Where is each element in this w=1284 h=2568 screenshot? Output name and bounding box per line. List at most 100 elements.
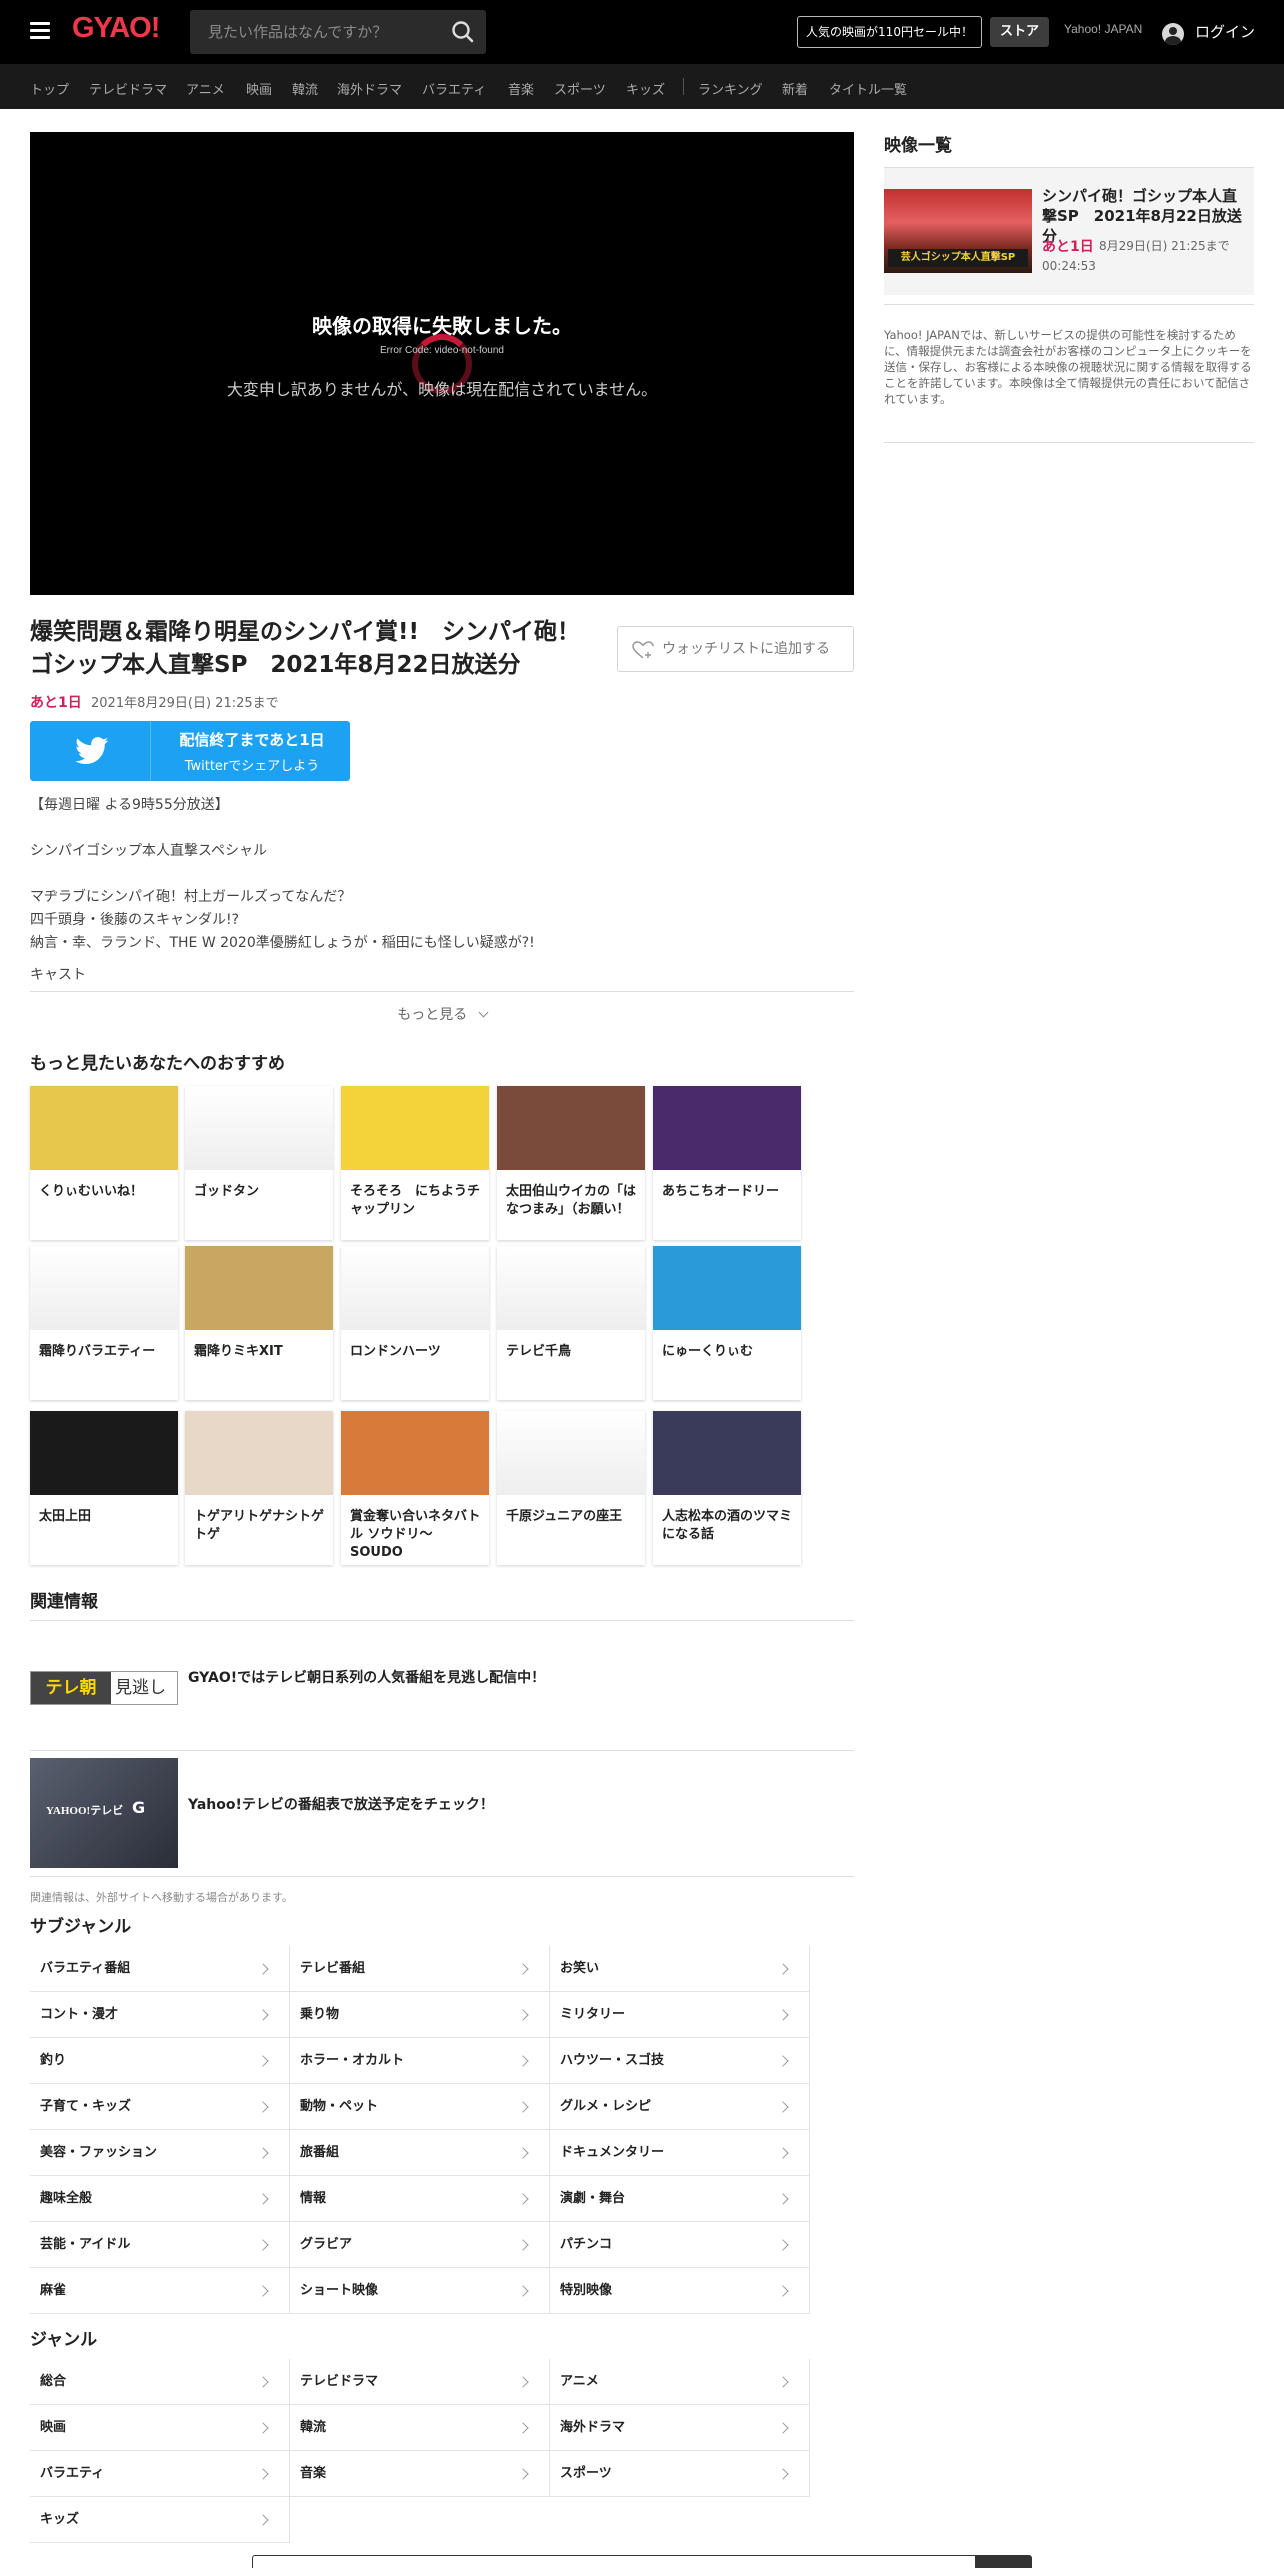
footer-search-box[interactable] — [252, 2555, 1032, 2568]
global-nav: トップ テレビドラマ アニメ 映画 韓流 海外ドラマ バラエティ 音楽 スポーツ… — [0, 64, 1284, 109]
twitter-share-button[interactable]: 配信終了まであと1日 Twitterでシェアしよう — [30, 721, 350, 781]
subgenre-item[interactable]: 芸能・アイドル — [30, 2222, 290, 2268]
nav-new[interactable]: 新着 — [782, 79, 808, 98]
subgenre-item[interactable]: 麻雀 — [30, 2268, 290, 2314]
nav-ranking[interactable]: ランキング — [698, 79, 763, 98]
subgenre-item[interactable]: 子育て・キッズ — [30, 2084, 290, 2130]
recommend-title: 賞金奪い合いネタバトル ソウドリ～SOUDO — [350, 1509, 481, 1560]
twitter-share-line1: 配信終了まであと1日 — [179, 731, 325, 749]
description-line: シンパイゴシップ本人直撃スペシャル — [30, 843, 268, 859]
nav-sports[interactable]: スポーツ — [554, 79, 606, 98]
recommend-card[interactable]: 霜降りミキXIT — [185, 1246, 333, 1400]
recommend-card[interactable]: テレビ千鳥 — [497, 1246, 645, 1400]
recommend-card[interactable]: あちこちオードリー — [653, 1086, 801, 1240]
store-button[interactable]: ストア — [990, 17, 1049, 47]
recommend-card[interactable]: そろそろ にちようチャップリン — [341, 1086, 489, 1240]
genre-item[interactable]: アニメ — [550, 2359, 810, 2405]
nav-overseas-drama[interactable]: 海外ドラマ — [337, 79, 402, 98]
nav-movie[interactable]: 映画 — [246, 79, 272, 98]
subgenre-item[interactable]: 動物・ペット — [290, 2084, 550, 2130]
subgenre-item[interactable]: ホラー・オカルト — [290, 2038, 550, 2084]
genre-item[interactable]: スポーツ — [550, 2451, 810, 2497]
cast-label: キャスト — [30, 967, 86, 983]
recommend-thumbnail — [341, 1086, 489, 1170]
heart-plus-icon — [632, 641, 654, 659]
subgenre-item[interactable]: グラビア — [290, 2222, 550, 2268]
genre-item[interactable]: テレビドラマ — [290, 2359, 550, 2405]
recommend-title: くりぃむいいね！ — [39, 1184, 144, 1199]
sidebar-video-card[interactable]: 芸人ゴシップ本人直撃SP シンパイ砲！ゴシップ本人直撃SP 2021年8月22日… — [884, 167, 1254, 295]
recommend-card[interactable]: くりぃむいいね！ — [30, 1086, 178, 1240]
subgenre-item[interactable]: ミリタリー — [550, 1992, 810, 2038]
nav-divider — [683, 78, 684, 95]
top-header: GYAO! 人気の映画が110円セール中！ ストア Yahoo! JAPAN ロ… — [0, 0, 1284, 64]
subgenre-item[interactable]: ショート映像 — [290, 2268, 550, 2314]
login-button[interactable]: ログイン — [1162, 16, 1255, 48]
genre-item[interactable]: バラエティ — [30, 2451, 290, 2497]
recommend-card[interactable]: 人志松本の酒のツマミになる話 — [653, 1411, 801, 1565]
footer-search-button[interactable] — [975, 2556, 1031, 2568]
recommend-card[interactable]: ロンドンハーツ — [341, 1246, 489, 1400]
nav-top[interactable]: トップ — [30, 79, 69, 98]
nav-tv-drama[interactable]: テレビドラマ — [89, 79, 167, 98]
subgenre-item[interactable]: テレビ番組 — [290, 1946, 550, 1992]
related-item-yahoo-tv[interactable]: YAHOO!テレビ G Yahoo!テレビの番組表で放送予定をチェック！ — [30, 1758, 854, 1870]
recommend-card[interactable]: 太田伯山ウイカの「はなつまみ」（お願い！ — [497, 1086, 645, 1240]
genre-item[interactable]: 映画 — [30, 2405, 290, 2451]
genre-item[interactable]: 音楽 — [290, 2451, 550, 2497]
nav-kids[interactable]: キッズ — [626, 79, 665, 98]
subgenre-item[interactable]: コント・漫才 — [30, 1992, 290, 2038]
recommend-card[interactable]: 霜降りバラエティー — [30, 1246, 178, 1400]
recommend-card[interactable]: ゴッドタン — [185, 1086, 333, 1240]
recommend-card[interactable]: 賞金奪い合いネタバトル ソウドリ～SOUDO — [341, 1411, 489, 1565]
recommend-card[interactable]: 千原ジュニアの座王 — [497, 1411, 645, 1565]
subgenre-item[interactable]: 美容・ファッション — [30, 2130, 290, 2176]
search-input[interactable] — [190, 10, 440, 54]
recommend-title: 太田伯山ウイカの「はなつまみ」（お願い！ — [506, 1184, 637, 1217]
end-date: 2021年8月29日(日) 21:25まで — [91, 696, 279, 711]
genre-item[interactable]: 海外ドラマ — [550, 2405, 810, 2451]
subgenre-item[interactable]: 趣味全般 — [30, 2176, 290, 2222]
yahoo-japan-link[interactable]: Yahoo! JAPAN — [1064, 22, 1142, 36]
subgenre-item[interactable]: バラエティ番組 — [30, 1946, 290, 1992]
subgenre-item[interactable]: 乗り物 — [290, 1992, 550, 2038]
recommend-title: テレビ千鳥 — [506, 1344, 572, 1359]
user-icon — [1162, 23, 1184, 45]
recommend-thumbnail — [497, 1246, 645, 1330]
player-error-code: Error Code: video-not-found — [380, 345, 504, 356]
nav-music[interactable]: 音楽 — [508, 79, 534, 98]
recommend-title: 人志松本の酒のツマミになる話 — [662, 1509, 793, 1542]
nav-variety[interactable]: バラエティ — [422, 79, 486, 98]
recommend-thumbnail — [30, 1411, 178, 1495]
subgenre-item[interactable]: お笑い — [550, 1946, 810, 1992]
video-player[interactable]: 映像の取得に失敗しました。 Error Code: video-not-foun… — [30, 132, 854, 595]
sidebar-heading: 映像一覧 — [884, 136, 952, 156]
genre-item[interactable]: キッズ — [30, 2497, 290, 2543]
related-item-tvasahi[interactable]: テレ朝 見逃し GYAO!ではテレビ朝日系列の人気番組を見逃し配信中！ — [30, 1640, 854, 1750]
promo-link[interactable]: 人気の映画が110円セール中！ — [797, 16, 982, 48]
subgenre-item[interactable]: 特別映像 — [550, 2268, 810, 2314]
subgenre-item[interactable]: ドキュメンタリー — [550, 2130, 810, 2176]
recommend-card[interactable]: トゲアリトゲナシトゲトゲ — [185, 1411, 333, 1565]
subgenre-item[interactable]: グルメ・レシピ — [550, 2084, 810, 2130]
show-more-button[interactable]: もっと見る — [30, 1004, 854, 1024]
recommend-title: にゅーくりぃむ — [662, 1344, 754, 1359]
subgenre-item[interactable]: 演劇・舞台 — [550, 2176, 810, 2222]
nav-anime[interactable]: アニメ — [186, 79, 225, 98]
subgenre-item[interactable]: 釣り — [30, 2038, 290, 2084]
menu-icon[interactable] — [30, 22, 50, 40]
subgenre-item[interactable]: 旅番組 — [290, 2130, 550, 2176]
genre-item[interactable]: 総合 — [30, 2359, 290, 2405]
search-button[interactable] — [440, 10, 486, 54]
subgenre-item[interactable]: ハウツー・スゴ技 — [550, 2038, 810, 2084]
gyao-logo[interactable]: GYAO! — [72, 12, 160, 45]
nav-kanryu[interactable]: 韓流 — [292, 79, 318, 98]
recommend-title: 千原ジュニアの座王 — [506, 1509, 623, 1524]
watchlist-button[interactable]: ウォッチリストに追加する — [617, 626, 854, 672]
genre-item[interactable]: 韓流 — [290, 2405, 550, 2451]
subgenre-item[interactable]: 情報 — [290, 2176, 550, 2222]
nav-title-list[interactable]: タイトル一覧 — [829, 79, 907, 98]
subgenre-item[interactable]: パチンコ — [550, 2222, 810, 2268]
recommend-card[interactable]: 太田上田 — [30, 1411, 178, 1565]
recommend-card[interactable]: にゅーくりぃむ — [653, 1246, 801, 1400]
